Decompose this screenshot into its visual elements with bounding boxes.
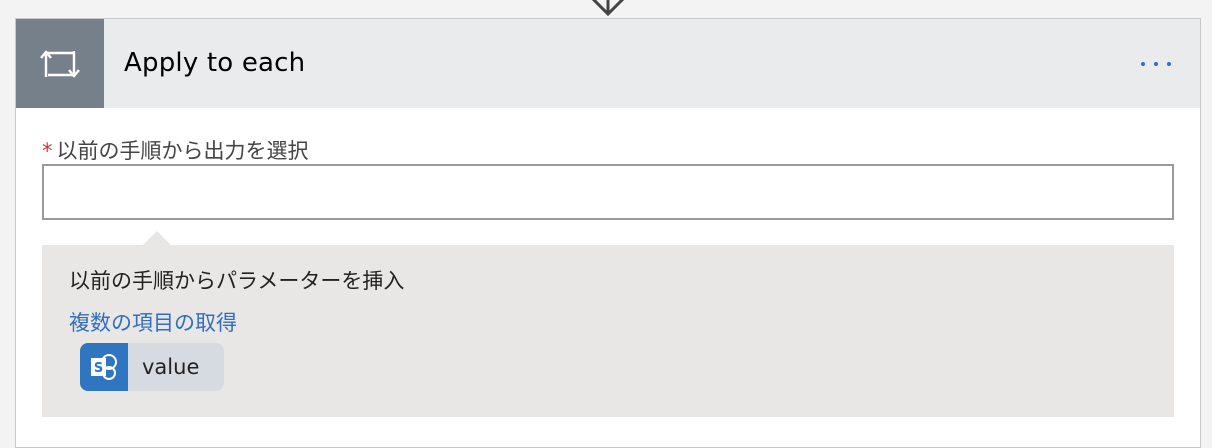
group-link-get-items[interactable]: 複数の項目の取得	[69, 307, 237, 337]
more-options-button[interactable]	[1128, 49, 1184, 79]
action-icon-box	[16, 19, 104, 108]
svg-text:S: S	[94, 361, 103, 376]
field-label-text: 以前の手順から出力を選択	[56, 139, 309, 163]
connector-arrow-icon	[591, 0, 625, 17]
apply-to-each-card: Apply to each * 以前の手順から出力を選択 以前の手順からパラメータ…	[15, 18, 1201, 448]
field-label: * 以前の手順から出力を選択	[42, 135, 309, 165]
more-options-icon	[1154, 62, 1158, 66]
more-options-icon	[1141, 62, 1145, 66]
card-header[interactable]: Apply to each	[16, 19, 1200, 108]
token-value[interactable]: S value	[80, 343, 224, 391]
dynamic-content-panel: 以前の手順からパラメーターを挿入 複数の項目の取得 S value	[42, 245, 1174, 417]
panel-heading: 以前の手順からパラメーターを挿入	[69, 269, 405, 293]
loop-icon	[40, 49, 80, 78]
panel-caret	[143, 231, 171, 245]
required-mark: *	[42, 139, 53, 163]
more-options-icon	[1167, 62, 1171, 66]
card-title[interactable]: Apply to each	[124, 19, 305, 108]
token-label: value	[142, 355, 200, 379]
output-select-input[interactable]	[42, 164, 1174, 220]
sharepoint-icon: S	[80, 343, 128, 391]
